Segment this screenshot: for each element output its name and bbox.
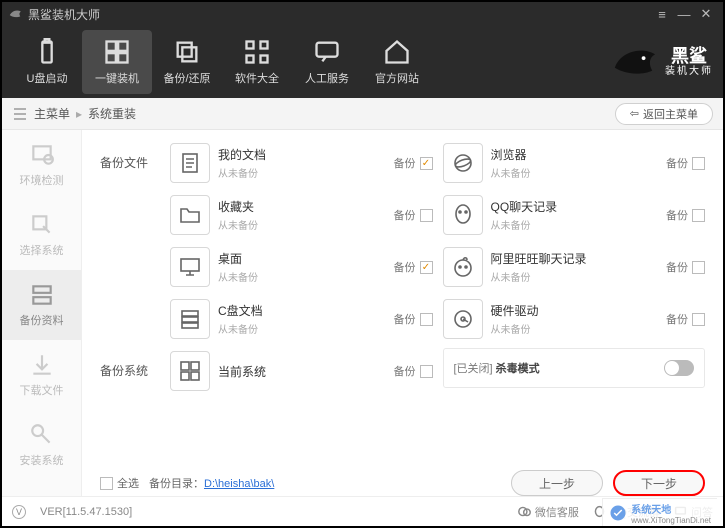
brand-logo: 黑鲨 装机大师 <box>611 39 713 85</box>
crumb-current: 系统重装 <box>88 105 136 122</box>
file-item-7: 硬件驱动从未备份备份 <box>443 296 706 342</box>
menu-icon[interactable]: ≡ <box>651 3 673 25</box>
checkbox[interactable] <box>100 477 113 490</box>
checkbox[interactable] <box>420 365 433 378</box>
nav-website[interactable]: 官方网站 <box>362 30 432 94</box>
chat-icon <box>313 38 341 66</box>
watermark: 系统天地 www.XiTongTianDi.net <box>602 498 717 526</box>
backup-current-system[interactable]: 备份 <box>394 363 433 379</box>
file-item-1: 浏览器从未备份备份 <box>443 140 706 186</box>
backup-files-section: 备份文件 我的文档从未备份备份✓浏览器从未备份备份收藏夹从未备份备份QQ聊天记录… <box>100 140 705 342</box>
backup-action-4[interactable]: 备份✓ <box>394 259 433 275</box>
file-item-2: 收藏夹从未备份备份 <box>170 192 433 238</box>
checkbox[interactable] <box>692 209 705 222</box>
nav-support[interactable]: 人工服务 <box>292 30 362 94</box>
action-row: 全选 备份目录：D:\heisha\bak\ 上一步 下一步 <box>82 462 723 496</box>
file-item-3: QQ聊天记录从未备份备份 <box>443 192 706 238</box>
sidebar-step-backup-data[interactable]: 备份资料 <box>2 270 81 340</box>
nav-software[interactable]: 软件大全 <box>222 30 292 94</box>
hdd-icon <box>443 299 483 339</box>
qq-icon <box>443 195 483 235</box>
copy-icon <box>173 38 201 66</box>
titlebar: 黑鲨装机大师 ≡ — ✕ <box>2 2 723 26</box>
footer-wechat-link[interactable]: 微信客服 <box>518 504 579 520</box>
breadcrumb-bar: 主菜单 ▸ 系统重装 ⇦ 返回主菜单 <box>2 98 723 130</box>
select-all-checkbox[interactable]: 全选 <box>100 475 139 491</box>
step-sidebar: 环境检测 选择系统 备份资料 下载文件 安装系统 <box>2 130 82 496</box>
main-panel: 备份文件 我的文档从未备份备份✓浏览器从未备份备份收藏夹从未备份备份QQ聊天记录… <box>82 130 723 496</box>
checkbox[interactable] <box>420 313 433 326</box>
doc-icon <box>170 143 210 183</box>
list-icon <box>12 106 28 122</box>
checkbox[interactable] <box>692 261 705 274</box>
cdrive-icon <box>170 299 210 339</box>
folder-icon <box>170 195 210 235</box>
app-logo-icon <box>8 7 22 21</box>
backup-action-0[interactable]: 备份✓ <box>394 155 433 171</box>
toggle-switch-icon[interactable] <box>664 360 694 376</box>
version-icon: V <box>12 505 26 519</box>
checkbox[interactable]: ✓ <box>420 157 433 170</box>
version-text: VER[11.5.47.1530] <box>40 506 132 518</box>
checkbox[interactable] <box>420 209 433 222</box>
windows-icon <box>103 38 131 66</box>
windows-icon <box>170 351 210 391</box>
apps-icon <box>243 38 271 66</box>
section-label-system: 备份系统 <box>100 348 170 379</box>
desktop-icon <box>170 247 210 287</box>
backup-action-3[interactable]: 备份 <box>666 207 705 223</box>
checkbox[interactable]: ✓ <box>420 261 433 274</box>
backup-dir-link[interactable]: D:\heisha\bak\ <box>204 478 274 490</box>
prev-button[interactable]: 上一步 <box>511 470 603 496</box>
file-item-4: 桌面从未备份备份✓ <box>170 244 433 290</box>
ie-icon <box>443 143 483 183</box>
back-arrow-icon: ⇦ <box>630 107 639 120</box>
backup-action-1[interactable]: 备份 <box>666 155 705 171</box>
sidebar-step-install[interactable]: 安装系统 <box>2 410 81 480</box>
antivirus-mode-toggle[interactable]: [已关闭] 杀毒模式 <box>443 348 706 388</box>
nav-one-click-install[interactable]: 一键装机 <box>82 30 152 94</box>
backup-action-7[interactable]: 备份 <box>666 311 705 327</box>
app-title: 黑鲨装机大师 <box>28 6 100 23</box>
usb-icon <box>33 38 61 66</box>
next-button[interactable]: 下一步 <box>613 470 705 496</box>
file-item-0: 我的文档从未备份备份✓ <box>170 140 433 186</box>
nav-usb-boot[interactable]: U盘启动 <box>12 30 82 94</box>
file-item-5: 阿里旺旺聊天记录从未备份备份 <box>443 244 706 290</box>
checkbox[interactable] <box>692 313 705 326</box>
crumb-root[interactable]: 主菜单 <box>34 105 70 122</box>
sidebar-step-download[interactable]: 下载文件 <box>2 340 81 410</box>
close-icon[interactable]: ✕ <box>695 3 717 25</box>
checkbox[interactable] <box>692 157 705 170</box>
home-icon <box>383 38 411 66</box>
backup-action-6[interactable]: 备份 <box>394 311 433 327</box>
top-nav: U盘启动 一键装机 备份/还原 软件大全 人工服务 官方网站 黑鲨 装机大师 <box>2 26 723 98</box>
backup-dir: 备份目录：D:\heisha\bak\ <box>149 475 274 491</box>
back-to-main-button[interactable]: ⇦ 返回主菜单 <box>615 103 713 125</box>
current-system-item: 当前系统 备份 <box>170 348 433 394</box>
shark-icon <box>611 39 657 85</box>
chevron-right-icon: ▸ <box>76 107 82 121</box>
minimize-icon[interactable]: — <box>673 3 695 25</box>
sidebar-step-env-check[interactable]: 环境检测 <box>2 130 81 200</box>
backup-action-5[interactable]: 备份 <box>666 259 705 275</box>
backup-system-section: 备份系统 当前系统 备份 [已关闭] 杀毒模式 <box>100 348 705 394</box>
backup-action-2[interactable]: 备份 <box>394 207 433 223</box>
sidebar-step-select-system[interactable]: 选择系统 <box>2 200 81 270</box>
nav-backup-restore[interactable]: 备份/还原 <box>152 30 222 94</box>
file-item-6: C盘文档从未备份备份 <box>170 296 433 342</box>
section-label-files: 备份文件 <box>100 140 170 171</box>
ali-icon <box>443 247 483 287</box>
